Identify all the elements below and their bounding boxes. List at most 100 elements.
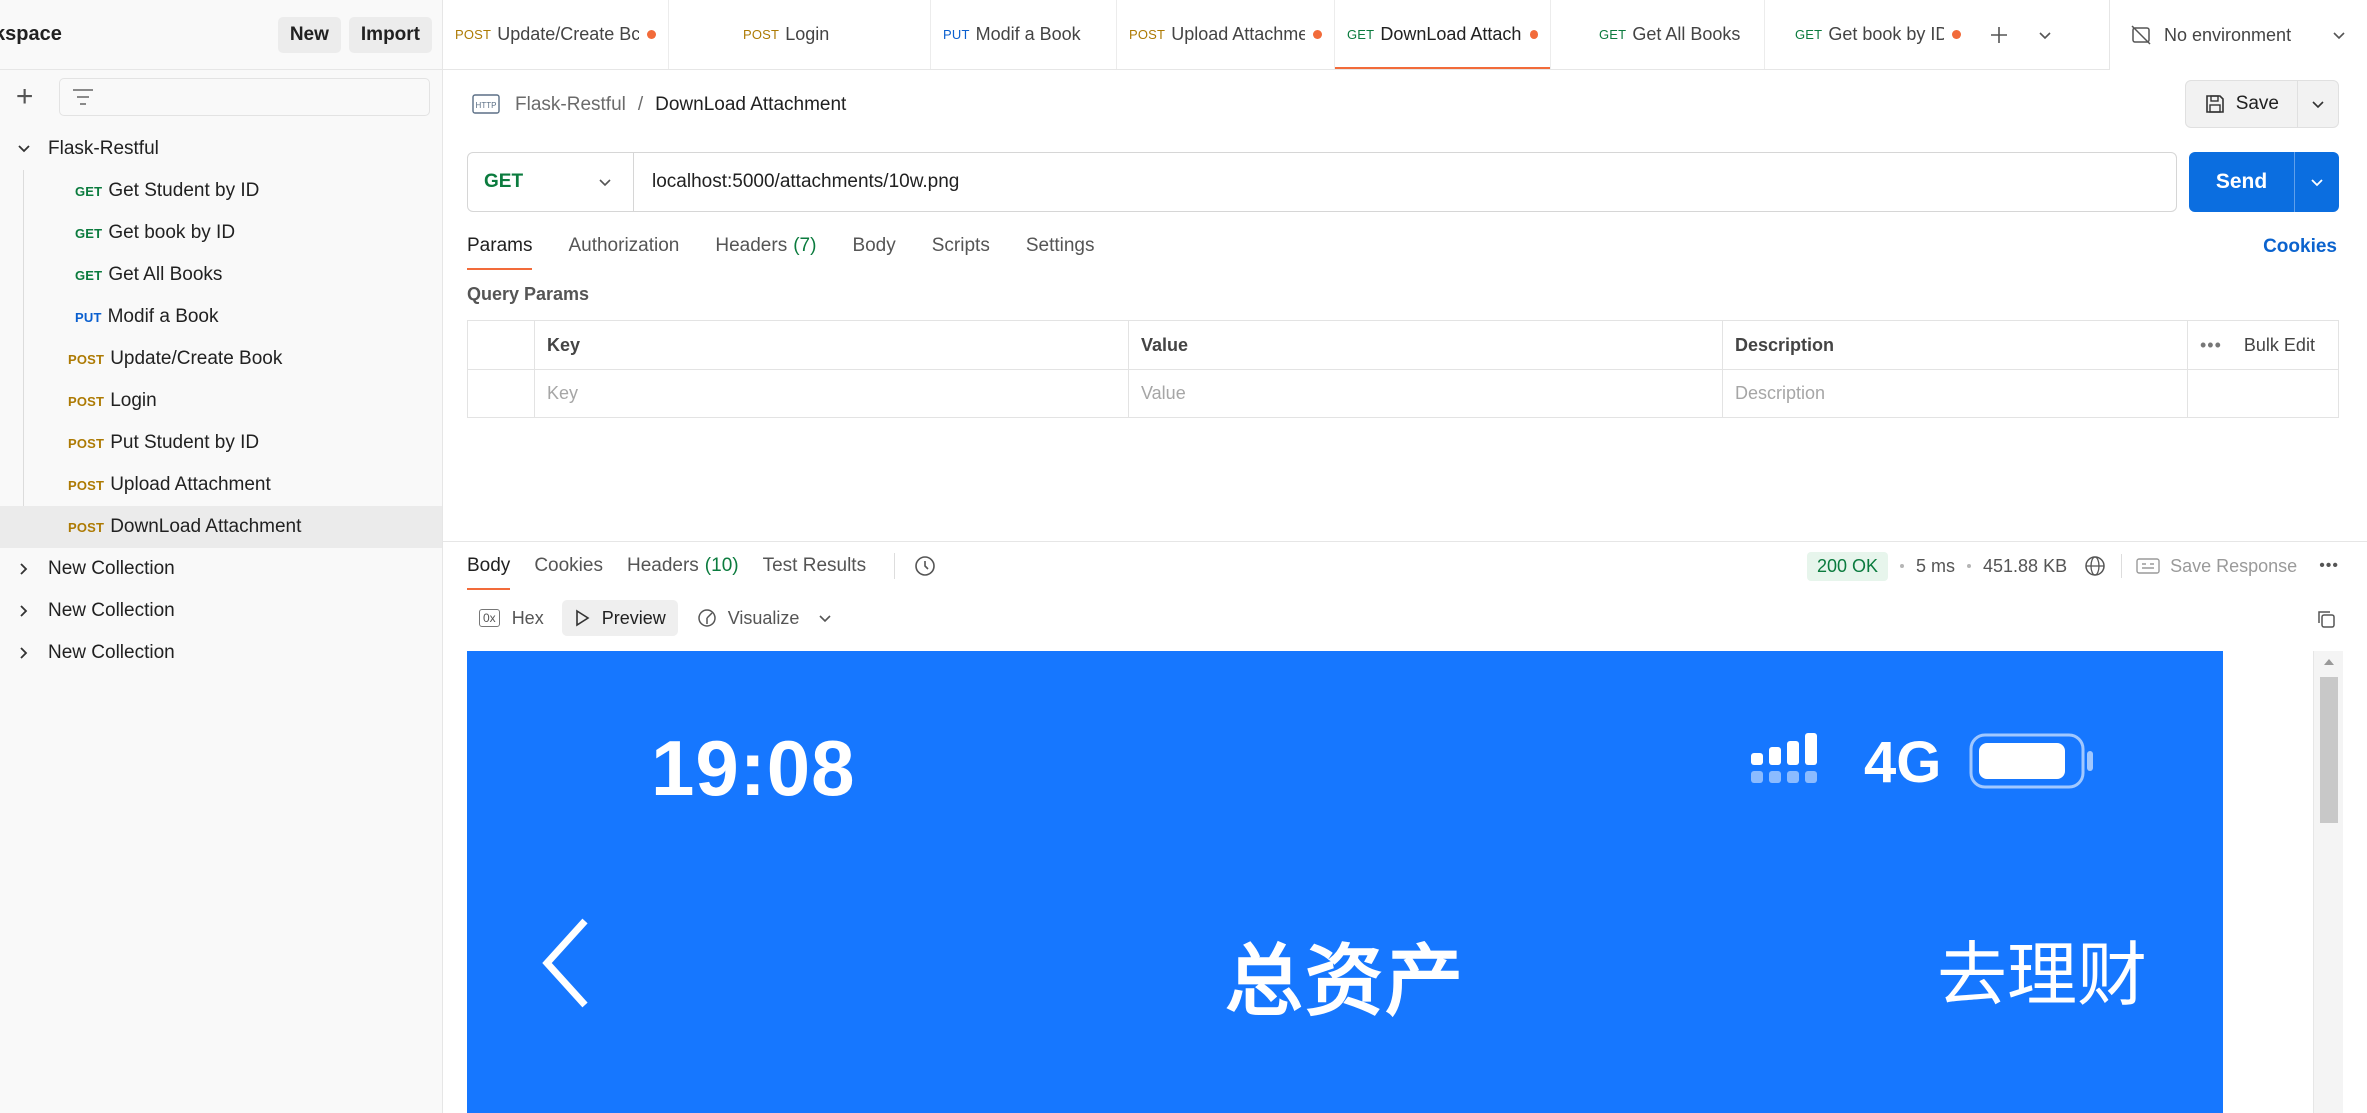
chevron-right-icon[interactable]: [16, 645, 32, 661]
filter-input[interactable]: [59, 78, 430, 116]
method-badge: POST: [68, 477, 105, 493]
tab-list-chevron-icon[interactable]: [2025, 0, 2065, 69]
tab-headers[interactable]: Headers (7): [715, 226, 816, 266]
save-response-button[interactable]: Save Response: [2136, 556, 2297, 577]
tab-get-book-by-id[interactable]: GET Get book by ID: [1765, 0, 1973, 69]
chevron-right-icon[interactable]: [16, 603, 32, 619]
tab-authorization[interactable]: Authorization: [568, 226, 679, 266]
tab-label: Get book by ID: [1828, 24, 1945, 44]
send-button[interactable]: Send: [2189, 152, 2295, 212]
query-params-title: Query Params: [467, 284, 590, 304]
sidebar: kspace New Import + Flask-Restful GET Ge…: [0, 0, 443, 1113]
copy-icon[interactable]: [2315, 608, 2337, 630]
globe-icon[interactable]: [2083, 554, 2107, 578]
view-visualize[interactable]: Visualize: [684, 600, 812, 636]
request-item-update-create-book[interactable]: POST Update/Create Book: [0, 338, 442, 380]
tab-label: Headers: [715, 235, 788, 256]
request-item-get-book[interactable]: GET Get book by ID: [0, 212, 442, 254]
tab-label: Settings: [1025, 235, 1095, 256]
new-button[interactable]: New: [277, 16, 341, 53]
send-dropdown-chevron-icon[interactable]: [2295, 152, 2339, 212]
separator-dot: [1967, 564, 1972, 568]
tab-label: Update/Create Bc: [497, 24, 640, 44]
method-badge: POST: [68, 351, 105, 367]
tab-label: Body: [467, 555, 511, 576]
bulk-edit-button[interactable]: Bulk Edit: [2244, 335, 2315, 356]
collection-name: Flask-Restful: [48, 138, 159, 159]
response-size[interactable]: 451.88 KB: [1983, 556, 2067, 577]
breadcrumb-collection[interactable]: Flask-Restful: [515, 94, 626, 116]
tab-login[interactable]: POST Login: [669, 0, 931, 69]
collection-new-1[interactable]: New Collection: [0, 548, 442, 590]
chevron-down-icon[interactable]: [16, 141, 32, 157]
description-input[interactable]: Description: [1723, 370, 2188, 417]
tab-response-cookies[interactable]: Cookies: [534, 546, 603, 586]
scroll-up-icon[interactable]: [2323, 657, 2335, 667]
tab-get-all-books[interactable]: GET Get All Books: [1551, 0, 1765, 69]
breadcrumb: HTTP Flask-Restful / DownLoad Attachment: [471, 92, 846, 118]
chevron-down-icon[interactable]: [817, 610, 833, 626]
tab-download-attachment[interactable]: GET DownLoad Attachn: [1335, 0, 1551, 69]
tab-body[interactable]: Body: [852, 226, 895, 266]
new-tab-icon[interactable]: [1973, 0, 2025, 69]
method-badge: GET: [1599, 27, 1627, 42]
column-header-description: Description: [1723, 321, 2188, 369]
send-group: Send: [2189, 152, 2339, 212]
scrollbar-thumb[interactable]: [2320, 677, 2338, 823]
view-preview[interactable]: Preview: [561, 600, 678, 636]
save-dropdown-chevron-icon[interactable]: [2298, 81, 2338, 127]
tab-modif-book[interactable]: PUT Modif a Book: [931, 0, 1117, 69]
response-divider[interactable]: [443, 541, 2367, 542]
request-item-put-student[interactable]: POST Put Student by ID: [0, 422, 442, 464]
key-input[interactable]: Key: [535, 370, 1129, 417]
url-input[interactable]: localhost:5000/attachments/10w.png: [634, 171, 2176, 193]
value-input[interactable]: Value: [1129, 370, 1723, 417]
url-bar: GET localhost:5000/attachments/10w.png: [467, 152, 2177, 212]
more-icon[interactable]: •••: [2200, 335, 2222, 356]
cookies-link[interactable]: Cookies: [2263, 236, 2337, 258]
request-item-login[interactable]: POST Login: [0, 380, 442, 422]
save-button[interactable]: Save: [2186, 81, 2298, 127]
tab-test-results[interactable]: Test Results: [763, 546, 866, 586]
tab-update-create-book[interactable]: POST Update/Create Bc: [443, 0, 669, 69]
save-group: Save: [2184, 80, 2339, 128]
tab-settings[interactable]: Settings: [1026, 226, 1095, 266]
chevron-right-icon[interactable]: [16, 561, 32, 577]
collection-new-3[interactable]: New Collection: [0, 632, 442, 674]
status-badge[interactable]: 200 OK: [1806, 551, 1888, 581]
view-label: Hex: [511, 607, 544, 628]
table-header-row: Key Value Description ••• Bulk Edit: [468, 321, 2338, 369]
tab-scripts[interactable]: Scripts: [932, 226, 990, 266]
tab-params[interactable]: Params: [467, 226, 533, 270]
environment-select[interactable]: No environment: [2109, 0, 2367, 70]
collection-new-2[interactable]: New Collection: [0, 590, 442, 632]
more-icon[interactable]: •••: [2319, 557, 2339, 575]
collection-flask-restful[interactable]: Flask-Restful: [0, 128, 442, 170]
request-item-download-attachment[interactable]: POST DownLoad Attachment: [0, 506, 442, 548]
headers-count: (7): [793, 235, 817, 256]
preview-scrollbar[interactable]: [2313, 651, 2343, 1113]
tab-upload-attachment[interactable]: POST Upload Attachme: [1117, 0, 1335, 69]
request-item-get-student[interactable]: GET Get Student by ID: [0, 170, 442, 212]
request-label: DownLoad Attachment: [110, 516, 302, 537]
tab-response-body[interactable]: Body: [467, 546, 511, 590]
method-select[interactable]: GET: [468, 153, 634, 211]
request-item-modif-book[interactable]: PUT Modif a Book: [0, 296, 442, 338]
request-label: Put Student by ID: [110, 432, 260, 453]
workspace-name[interactable]: kspace: [0, 23, 270, 46]
add-icon[interactable]: +: [12, 82, 37, 112]
method-badge: POST: [68, 393, 105, 409]
battery-icon: [1969, 733, 2093, 789]
import-button[interactable]: Import: [348, 16, 432, 53]
view-hex[interactable]: 0x Hex: [467, 600, 556, 636]
method-badge: POST: [68, 519, 105, 535]
tab-response-headers[interactable]: Headers (10): [627, 546, 739, 586]
signal-icon: [1751, 733, 1817, 783]
history-icon[interactable]: [894, 553, 937, 579]
breadcrumb-request-name[interactable]: DownLoad Attachment: [655, 94, 846, 116]
collection-name: New Collection: [48, 642, 175, 663]
response-time[interactable]: 5 ms: [1916, 556, 1955, 577]
request-item-upload-attachment[interactable]: POST Upload Attachment: [0, 464, 442, 506]
request-label: Upload Attachment: [110, 474, 271, 495]
request-item-get-all-books[interactable]: GET Get All Books: [0, 254, 442, 296]
